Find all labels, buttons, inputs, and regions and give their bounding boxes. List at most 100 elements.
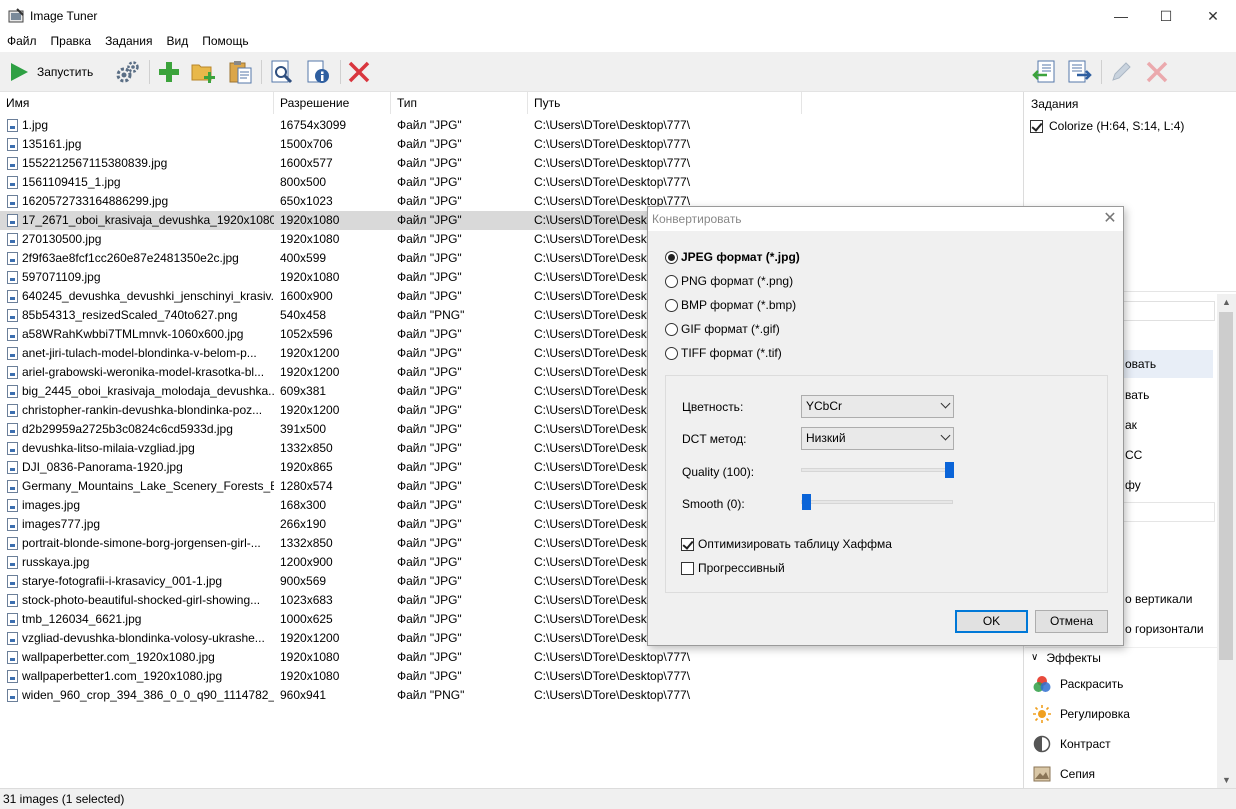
contrast-icon (1033, 735, 1051, 753)
ok-button[interactable]: OK (955, 610, 1028, 633)
quality-label: Quality (100): (682, 465, 755, 479)
operation-item[interactable]: о вертикали (1125, 592, 1192, 606)
table-row[interactable]: 1561109415_1.jpg 800x500 Файл "JPG" C:\User… (0, 173, 1023, 192)
operation-item[interactable]: о горизонтали (1125, 622, 1204, 636)
info-icon (307, 60, 329, 83)
delete-task-button[interactable] (1145, 58, 1169, 86)
file-resolution: 168x300 (280, 498, 327, 512)
image-file-icon (7, 613, 18, 626)
radio-selected[interactable] (665, 250, 678, 264)
image-file-icon (7, 575, 18, 588)
effect-contrast[interactable]: Контраст (1033, 735, 1111, 753)
status-text: 31 images (1 selected) (3, 792, 125, 806)
import-tasks-button[interactable] (1031, 58, 1057, 86)
format-bmp-radio[interactable]: BMP формат (*.bmp) (665, 298, 796, 312)
table-row[interactable]: wallpaperbetter1.com_1920x1080.jpg 1920x1… (0, 667, 1023, 686)
paste-button[interactable] (228, 58, 254, 86)
dct-select[interactable]: Низкий (801, 427, 954, 450)
checkbox[interactable] (681, 537, 694, 551)
toolbar: Запустить (0, 52, 1236, 92)
column-header-path[interactable]: Путь (528, 92, 802, 114)
operation-item[interactable]: ак (1125, 418, 1137, 432)
cancel-button[interactable]: Отмена (1035, 610, 1108, 633)
effect-sepia[interactable]: Сепия (1033, 765, 1095, 783)
maximize-button[interactable]: ☐ (1143, 0, 1189, 32)
dialog-close-icon[interactable]: ✕ (1100, 209, 1120, 229)
export-icon (1068, 60, 1092, 83)
image-file-icon (7, 556, 18, 569)
color-select[interactable]: YCbCr (801, 395, 954, 418)
table-row[interactable]: widen_960_crop_394_386_0_0_q90_1114782_d… (0, 686, 1023, 705)
format-gif-radio[interactable]: GIF формат (*.gif) (665, 322, 780, 336)
file-type: Файл "JPG" (397, 346, 462, 360)
table-row[interactable]: 135161.jpg 1500x706 Файл "JPG" C:\Users\DTo… (0, 135, 1023, 154)
scroll-down-icon[interactable]: ▼ (1217, 772, 1236, 788)
column-header-name[interactable]: Имя (0, 92, 274, 114)
optimize-huffman-checkbox[interactable]: Оптимизировать таблицу Хаффмана (681, 537, 892, 551)
edit-task-button[interactable] (1109, 58, 1133, 86)
radio[interactable] (665, 346, 678, 360)
menu-edit[interactable]: Правка (44, 32, 99, 52)
column-header-resolution[interactable]: Разрешение (274, 92, 391, 114)
menu-view[interactable]: Вид (160, 32, 196, 52)
file-resolution: 900x569 (280, 574, 327, 588)
add-folder-button[interactable] (191, 58, 217, 86)
effect-colorize[interactable]: Раскрасить (1033, 675, 1123, 693)
settings-button[interactable] (115, 58, 141, 86)
operation-item[interactable]: овать (1115, 350, 1213, 378)
menu-file[interactable]: Файл (0, 32, 44, 52)
radio[interactable] (665, 274, 678, 288)
operation-item[interactable]: фу (1125, 478, 1141, 492)
radio[interactable] (665, 298, 678, 312)
table-row[interactable]: wallpaperbetter.com_1920x1080.jpg 1920x10… (0, 648, 1023, 667)
format-png-radio[interactable]: PNG формат (*.png) (665, 274, 793, 288)
info-button[interactable] (305, 58, 331, 86)
image-file-icon (7, 233, 18, 246)
format-tiff-radio[interactable]: TIFF формат (*.tif) (665, 346, 782, 360)
file-type: Файл "JPG" (397, 232, 462, 246)
file-type: Файл "JPG" (397, 669, 462, 683)
effect-label: Раскрасить (1060, 677, 1124, 691)
task-checkbox[interactable] (1030, 119, 1043, 133)
scrollbar-thumb[interactable] (1219, 312, 1233, 660)
file-type: Файл "JPG" (397, 289, 462, 303)
image-file-icon (7, 309, 18, 322)
close-button[interactable]: ✕ (1190, 0, 1236, 32)
operations-search[interactable] (1115, 301, 1215, 321)
task-item[interactable]: Colorize (H:64, S:14, L:4) (1030, 119, 1184, 133)
file-resolution: 1332x850 (280, 536, 333, 550)
progressive-checkbox[interactable]: Прогрессивный (681, 561, 785, 575)
checkbox[interactable] (681, 561, 694, 575)
file-path: C:\Users\DTore\Desktop\777\ (534, 118, 691, 132)
radio[interactable] (665, 322, 678, 336)
column-header-type[interactable]: Тип (391, 92, 528, 114)
menu-tasks[interactable]: Задания (98, 32, 159, 52)
file-resolution: 1920x1080 (280, 213, 340, 227)
image-file-icon (7, 290, 18, 303)
menu-help[interactable]: Помощь (195, 32, 255, 52)
preview-button[interactable] (269, 58, 295, 86)
add-files-button[interactable] (157, 58, 181, 86)
quality-slider-thumb[interactable] (945, 462, 954, 478)
effects-group-header[interactable]: ∨ Эффекты (1025, 647, 1219, 667)
operation-item[interactable]: вать (1125, 388, 1149, 402)
smooth-label: Smooth (0): (682, 497, 745, 511)
remove-button[interactable] (347, 58, 371, 86)
file-type: Файл "JPG" (397, 650, 462, 664)
effect-adjust[interactable]: Регулировка (1033, 705, 1130, 723)
table-row[interactable]: 1.jpg 16754x3099 Файл "JPG" C:\Users\DTore\… (0, 116, 1023, 135)
smooth-slider-thumb[interactable] (802, 494, 811, 510)
export-tasks-button[interactable] (1067, 58, 1093, 86)
color-label: Цветность: (682, 400, 744, 414)
scroll-up-icon[interactable]: ▲ (1217, 294, 1236, 310)
operation-item[interactable]: СС (1125, 448, 1142, 462)
delete-x-icon (348, 61, 370, 83)
operations-scrollbar[interactable]: ▲ ▼ (1217, 294, 1236, 788)
run-button[interactable]: Запустить (8, 58, 93, 86)
file-type: Файл "JPG" (397, 270, 462, 284)
table-row[interactable]: 1552212567115380839.jpg 1600x577 Файл "JPG… (0, 154, 1023, 173)
minimize-button[interactable]: — (1098, 0, 1144, 32)
quality-slider[interactable] (801, 462, 954, 478)
smooth-slider[interactable] (801, 494, 953, 510)
format-jpeg-radio[interactable]: JPEG формат (*.jpg) (665, 250, 800, 264)
